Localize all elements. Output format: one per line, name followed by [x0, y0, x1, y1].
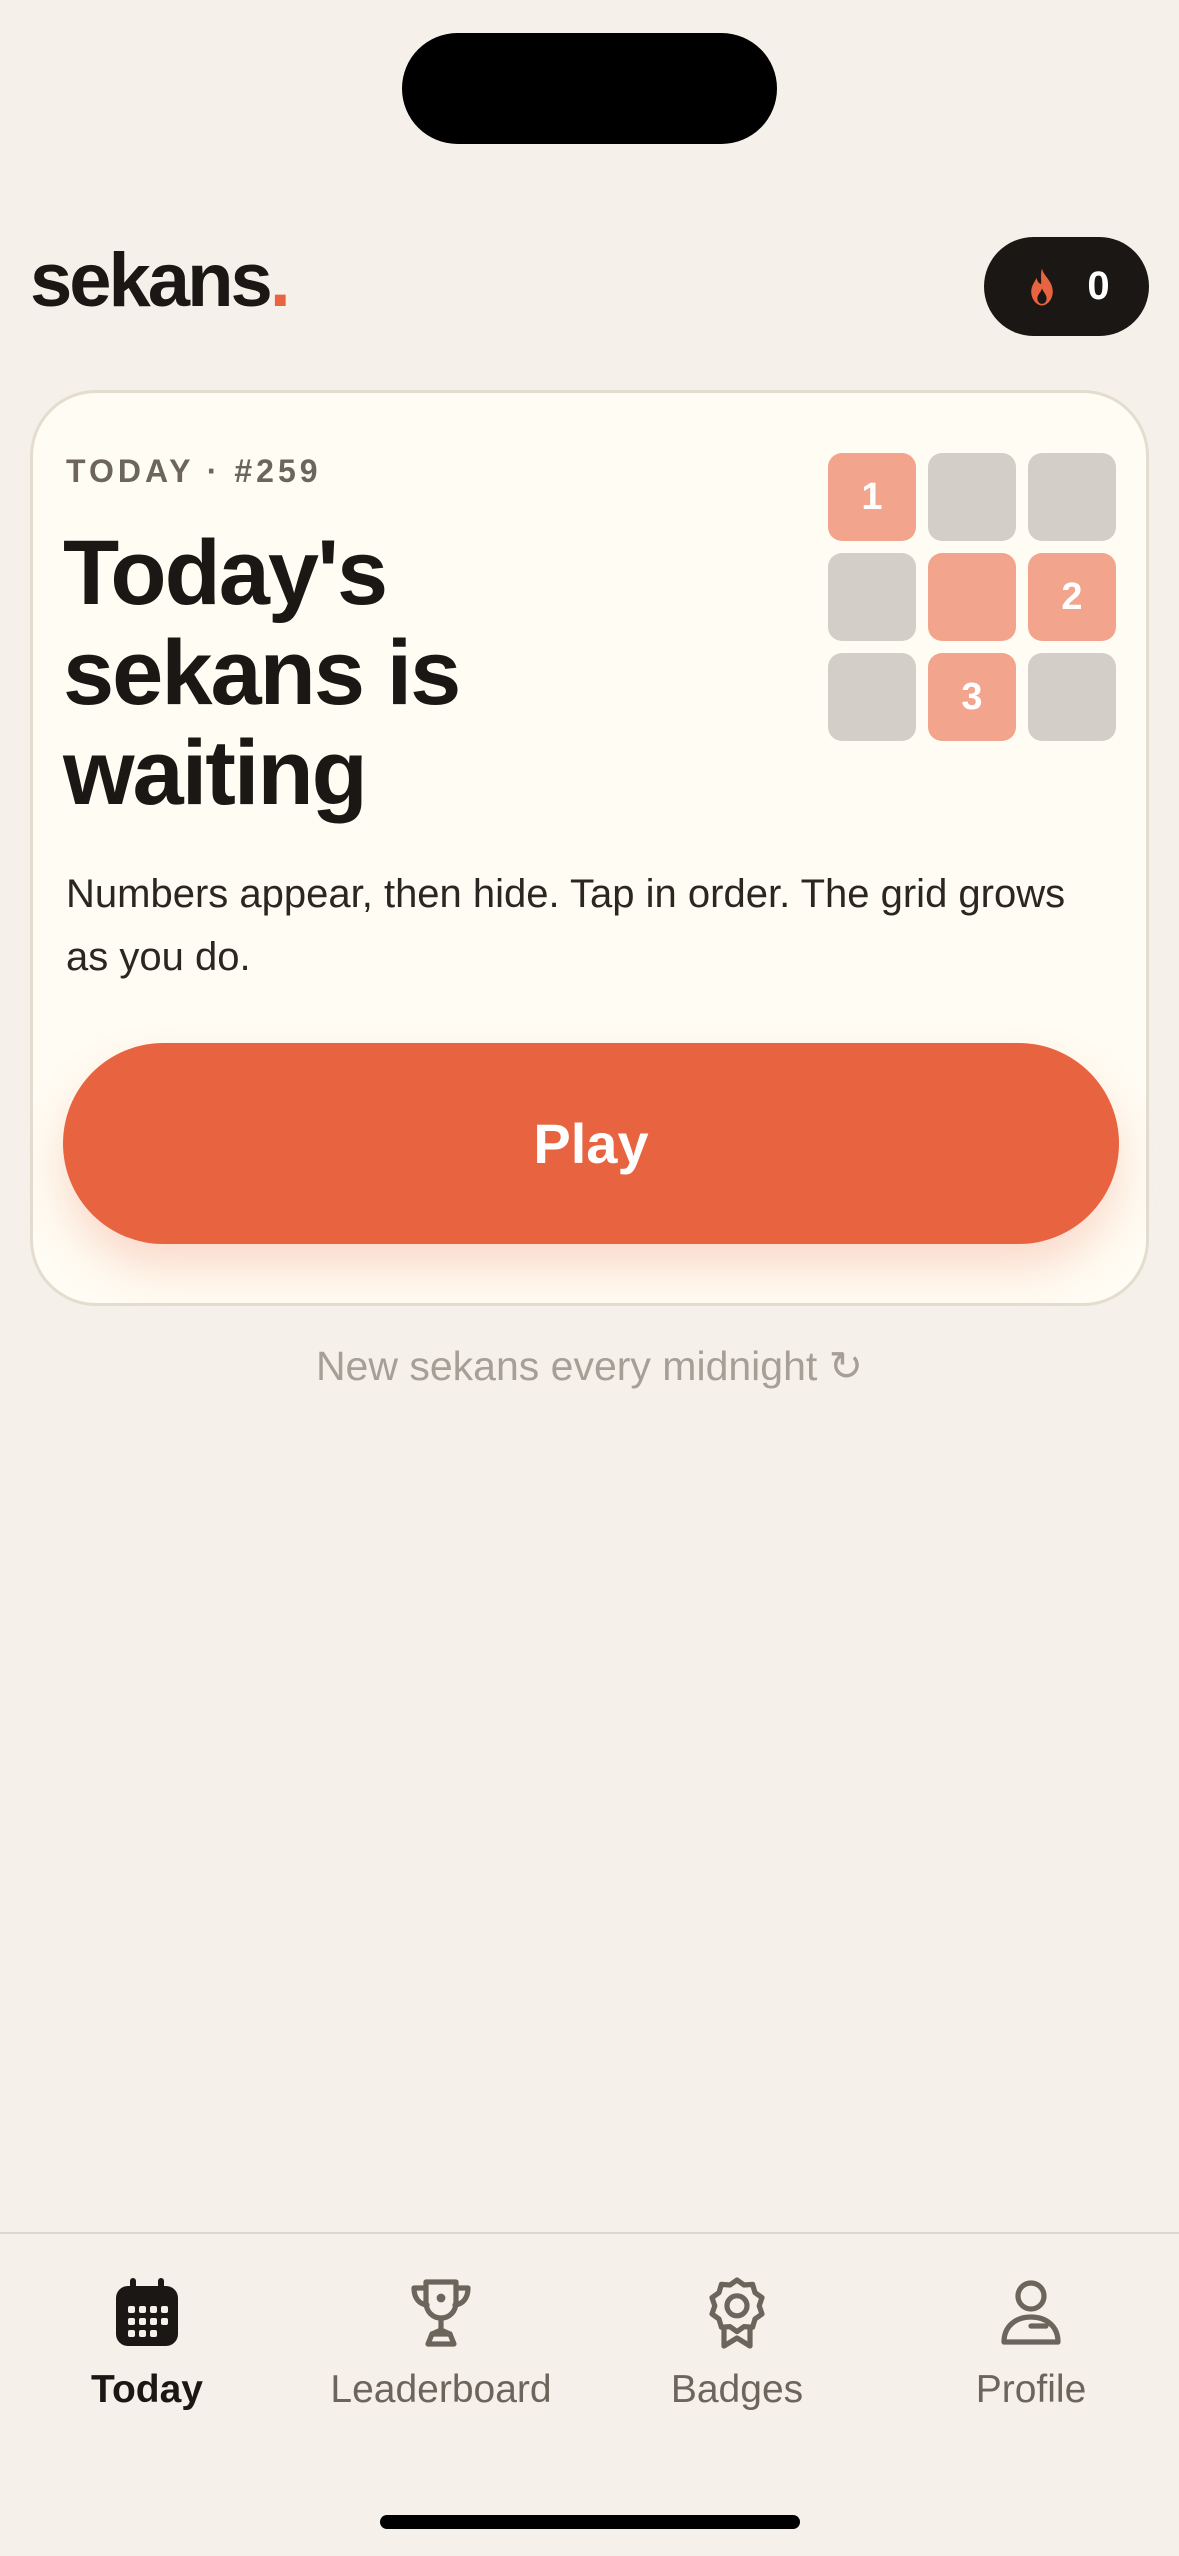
calendar-icon [116, 2278, 178, 2346]
refresh-note: New sekans every midnight ↻ [315, 1343, 864, 1389]
profile-icon [1001, 2280, 1061, 2345]
grid-cell [1028, 453, 1116, 541]
tab-label: Today [91, 2368, 203, 2411]
tab-today[interactable]: Today [0, 2276, 294, 2412]
logo-dot: . [269, 238, 291, 323]
grid-cell [928, 453, 1016, 541]
tab-label: Leaderboard [330, 2368, 552, 2411]
headline-line: Today's [63, 522, 388, 624]
puzzle-number: TODAY · #259 [66, 453, 322, 489]
grid-cell: 1 [828, 453, 916, 541]
trophy-icon [411, 2279, 471, 2347]
streak-badge[interactable]: 0 [984, 237, 1149, 336]
grid-cell: 3 [928, 653, 1016, 741]
tab-bar: Today Leaderboard Badges Profile [0, 2232, 1179, 2556]
grid-cell [828, 653, 916, 741]
tab-leaderboard[interactable]: Leaderboard [294, 2276, 588, 2412]
tab-label: Profile [975, 2368, 1087, 2411]
dynamic-island [402, 33, 777, 144]
headline-line: sekans is [63, 622, 461, 724]
badge-icon [709, 2277, 765, 2349]
home-indicator [380, 2515, 800, 2529]
app-logo: sekans. [30, 236, 291, 326]
logo-text: sekans [30, 238, 273, 323]
grid-cell: 2 [1028, 553, 1116, 641]
grid-cell [1028, 653, 1116, 741]
flame-icon [1031, 268, 1054, 305]
streak-count: 0 [1087, 264, 1110, 308]
grid-cell [828, 553, 916, 641]
card-headline: Today's sekans is waiting [63, 523, 763, 823]
tab-badges[interactable]: Badges [590, 2276, 884, 2412]
tab-profile[interactable]: Profile [884, 2276, 1178, 2412]
daily-puzzle-card: TODAY · #259 Today's sekans is waiting 1… [30, 390, 1149, 1306]
preview-grid: 1 2 3 [828, 453, 1120, 745]
card-description: Numbers appear, then hide. Tap in order.… [66, 872, 1066, 979]
tab-label: Badges [670, 2368, 804, 2411]
play-button[interactable]: Play [63, 1043, 1119, 1244]
headline-line: waiting [63, 722, 368, 824]
grid-cell [928, 553, 1016, 641]
